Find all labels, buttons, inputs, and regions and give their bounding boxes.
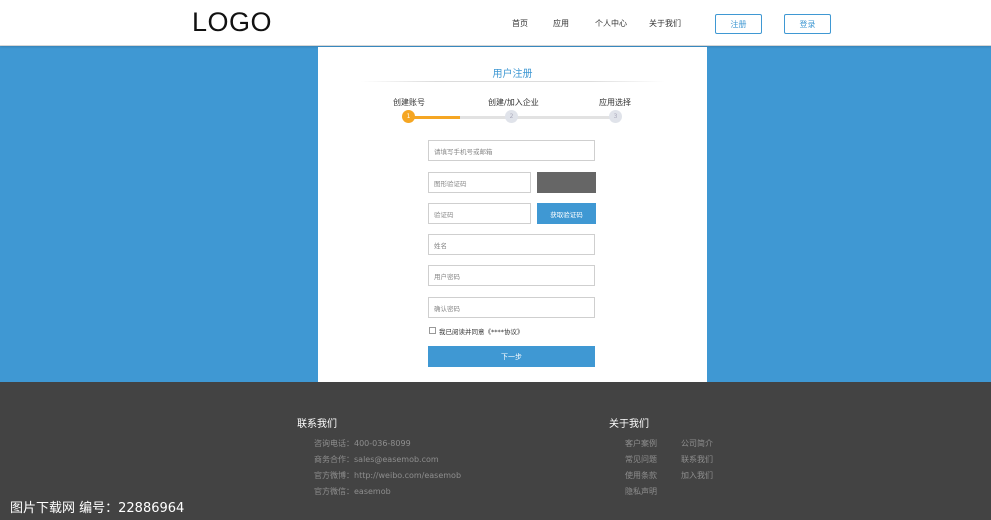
password-input[interactable]: 用户密码 [428, 265, 595, 286]
footer-link-careers[interactable]: 加入我们 [681, 470, 713, 481]
agree-label[interactable]: 我已阅读并同意《****协议》 [439, 326, 524, 336]
title-divider [360, 81, 665, 82]
footer-link-company[interactable]: 公司简介 [681, 438, 713, 449]
nav-personal-center[interactable]: 个人中心 [595, 18, 627, 29]
footer-link-privacy[interactable]: 隐私声明 [625, 486, 657, 497]
register-button[interactable]: 注册 [715, 14, 762, 34]
step-dot-3: 3 [609, 110, 622, 123]
step-label-join-company: 创建/加入企业 [488, 98, 539, 107]
name-input[interactable]: 姓名 [428, 234, 595, 255]
verification-code-input[interactable]: 验证码 [428, 203, 531, 224]
captcha-input[interactable]: 图形验证码 [428, 172, 531, 193]
footer-contact-heading: 联系我们 [297, 419, 337, 430]
footer-business-email: 商务合作：sales@easemob.com [314, 455, 439, 464]
nav-about[interactable]: 关于我们 [649, 18, 681, 29]
footer-link-terms[interactable]: 使用条款 [625, 470, 657, 481]
footer-weibo: 官方微博：http://weibo.com/easemob [314, 471, 462, 480]
page-title: 用户注册 [492, 69, 533, 80]
step-label-choose-app: 应用选择 [599, 98, 631, 107]
nav-apps[interactable]: 应用 [553, 18, 569, 29]
confirm-password-input[interactable]: 确认密码 [428, 297, 595, 318]
progress-fill [408, 116, 460, 119]
get-code-button[interactable]: 获取验证码 [537, 203, 596, 224]
step-label-create-account: 创建账号 [393, 98, 425, 107]
footer-link-faq[interactable]: 常见问题 [625, 454, 657, 465]
registration-card: 用户注册 创建账号 创建/加入企业 应用选择 1 2 3 请填写手机号或邮箱 图… [318, 47, 707, 382]
step-dot-2: 2 [505, 110, 518, 123]
account-input[interactable]: 请填写手机号或邮箱 [428, 140, 595, 161]
login-button[interactable]: 登录 [784, 14, 831, 34]
nav-home[interactable]: 首页 [512, 18, 528, 29]
footer-link-cases[interactable]: 客户案例 [625, 438, 657, 449]
footer-about-heading: 关于我们 [609, 419, 649, 430]
captcha-image[interactable] [537, 172, 596, 193]
logo[interactable]: LOGO [192, 7, 272, 38]
top-header: LOGO 首页 应用 个人中心 关于我们 注册 登录 [0, 0, 991, 46]
footer-link-contact[interactable]: 联系我们 [681, 454, 713, 465]
footer-wechat: 官方微信：easemob [314, 487, 391, 496]
agree-checkbox[interactable] [429, 327, 436, 334]
step-dot-1: 1 [402, 110, 415, 123]
watermark: 图片下载网 编号：22886964 [10, 501, 185, 516]
next-step-button[interactable]: 下一步 [428, 346, 595, 367]
footer-phone: 咨询电话：400-036-8099 [314, 439, 411, 448]
